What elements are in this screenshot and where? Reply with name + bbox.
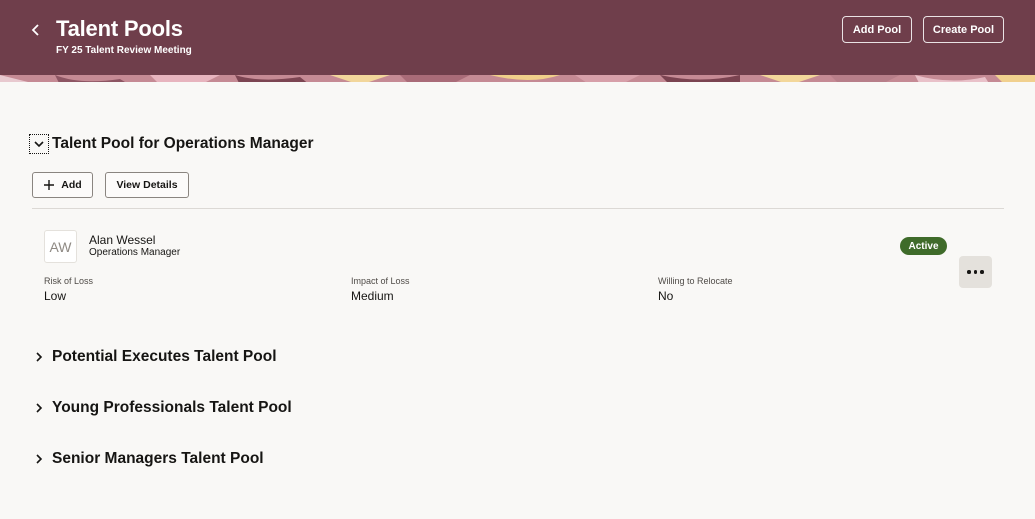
- add-member-button[interactable]: Add: [32, 172, 93, 198]
- risk-of-loss-label: Risk of Loss: [44, 276, 94, 286]
- ellipsis-dot: [973, 270, 978, 274]
- header-decorative-band: [0, 72, 1035, 82]
- page-header: Talent Pools FY 25 Talent Review Meeting…: [0, 0, 1035, 82]
- decorative-pattern: [0, 75, 1035, 82]
- chevron-down-icon: [34, 141, 44, 148]
- impact-of-loss-value: Medium: [351, 289, 394, 303]
- ellipsis-dot: [980, 270, 984, 274]
- chevron-right-icon: [36, 352, 43, 362]
- section-divider: [32, 208, 1004, 209]
- section-title-potential-executes[interactable]: Potential Executes Talent Pool: [52, 348, 277, 366]
- section-title-senior-managers[interactable]: Senior Managers Talent Pool: [52, 450, 264, 468]
- view-details-button[interactable]: View Details: [105, 172, 189, 198]
- collapse-toggle-operations-manager[interactable]: [29, 134, 49, 154]
- chevron-left-icon: [31, 24, 39, 36]
- status-badge: Active: [900, 237, 947, 255]
- expand-toggle-potential-executes[interactable]: [29, 347, 49, 367]
- more-actions-button[interactable]: [959, 256, 992, 288]
- chevron-right-icon: [36, 403, 43, 413]
- member-name[interactable]: Alan Wessel: [89, 233, 155, 247]
- member-role: Operations Manager: [89, 247, 181, 258]
- willing-to-relocate-value: No: [658, 289, 674, 303]
- back-button[interactable]: [24, 16, 48, 44]
- willing-to-relocate-label: Willing to Relocate: [658, 276, 733, 286]
- ellipsis-dot: [967, 270, 971, 274]
- impact-of-loss-label: Impact of Loss: [351, 276, 410, 286]
- expand-toggle-senior-managers[interactable]: [29, 449, 49, 469]
- section-title-operations-manager: Talent Pool for Operations Manager: [52, 135, 314, 152]
- avatar: AW: [44, 230, 77, 263]
- create-pool-button[interactable]: Create Pool: [923, 16, 1004, 43]
- section-title-young-professionals[interactable]: Young Professionals Talent Pool: [52, 399, 292, 417]
- expand-toggle-young-professionals[interactable]: [29, 398, 49, 418]
- page-title: Talent Pools: [56, 16, 183, 41]
- chevron-right-icon: [36, 454, 43, 464]
- add-member-label: Add: [61, 179, 82, 191]
- plus-icon: [44, 180, 55, 190]
- risk-of-loss-value: Low: [44, 289, 67, 303]
- add-pool-button[interactable]: Add Pool: [842, 16, 912, 43]
- page-subtitle: FY 25 Talent Review Meeting: [56, 45, 192, 56]
